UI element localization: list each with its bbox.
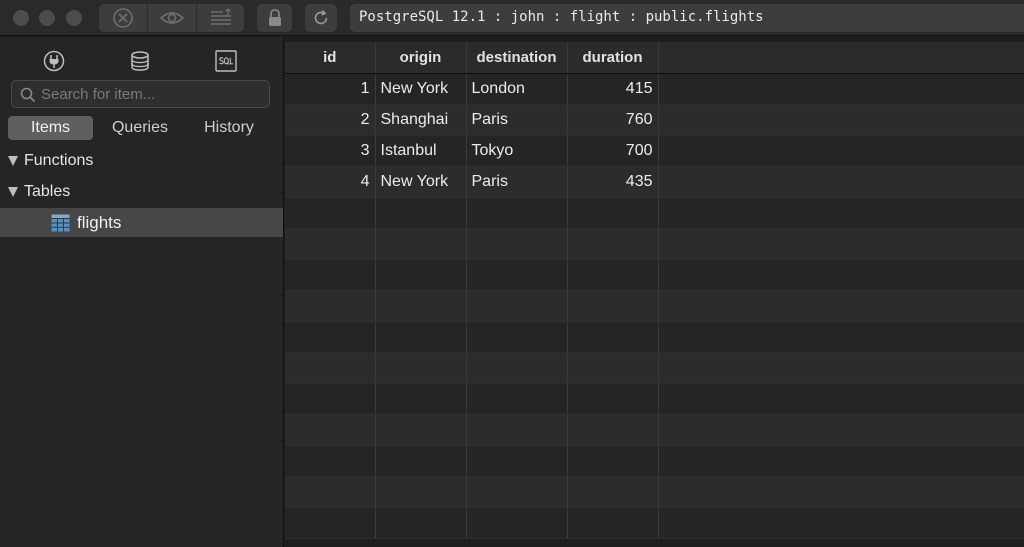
- cell-id[interactable]: 1: [285, 73, 376, 105]
- table-row[interactable]: 4 New York Paris 435: [285, 166, 1024, 198]
- commit-button[interactable]: [197, 4, 244, 32]
- empty-row: [285, 445, 1024, 477]
- data-grid[interactable]: id origin destination duration 1 New Yor…: [285, 42, 1024, 547]
- lock-icon: [268, 9, 281, 26]
- disclosure-triangle-icon[interactable]: [8, 156, 18, 166]
- cell-destination[interactable]: Paris: [466, 104, 568, 136]
- column-header-empty: [658, 42, 1024, 74]
- table-row[interactable]: 2 Shanghai Paris 760: [285, 104, 1024, 136]
- reload-button[interactable]: [305, 4, 337, 32]
- cell-id[interactable]: 2: [285, 104, 376, 136]
- cell-origin[interactable]: Shanghai: [375, 104, 467, 136]
- query-control-group: [99, 4, 244, 32]
- tree-node-label: Functions: [24, 152, 94, 169]
- window-zoom-button[interactable]: [66, 10, 82, 26]
- preview-button[interactable]: [148, 4, 196, 32]
- window-minimize-button[interactable]: [39, 10, 55, 26]
- empty-row: [285, 352, 1024, 384]
- empty-row: [285, 197, 1024, 229]
- tab-history[interactable]: History: [188, 116, 270, 140]
- empty-row: [285, 507, 1024, 539]
- connection-plug-button[interactable]: [42, 50, 66, 72]
- eye-icon: [159, 12, 185, 24]
- cell-id[interactable]: 4: [285, 166, 376, 198]
- column-header-destination[interactable]: destination: [466, 42, 568, 74]
- table-row[interactable]: 3 Istanbul Tokyo 700: [285, 135, 1024, 167]
- cell-empty: [658, 104, 1024, 136]
- plug-icon: [43, 50, 65, 72]
- lock-button[interactable]: [257, 4, 292, 32]
- column-header-id[interactable]: id: [285, 42, 376, 74]
- table-item-label: flights: [77, 212, 122, 232]
- list-upload-icon: [210, 8, 231, 25]
- empty-row: [285, 414, 1024, 446]
- search-box: [11, 80, 270, 108]
- empty-row: [285, 383, 1024, 415]
- tab-items[interactable]: Items: [8, 116, 93, 140]
- stop-query-button[interactable]: [99, 4, 147, 32]
- empty-row: [285, 259, 1024, 291]
- cell-destination[interactable]: Paris: [466, 166, 568, 198]
- toolbar: PostgreSQL 12.1 : john : flight : public…: [0, 0, 1024, 36]
- sql-editor-button[interactable]: [214, 50, 238, 72]
- cell-origin[interactable]: New York: [375, 73, 467, 105]
- stop-circle-icon: [113, 8, 133, 28]
- tree-node-tables[interactable]: Tables: [0, 179, 70, 205]
- window-close-button[interactable]: [13, 10, 29, 26]
- database-icon: [131, 51, 149, 71]
- cell-empty: [658, 135, 1024, 167]
- table-icon: [51, 214, 70, 231]
- tree-node-functions[interactable]: Functions: [0, 148, 93, 174]
- search-input[interactable]: [41, 84, 263, 104]
- cell-duration[interactable]: 415: [567, 73, 659, 105]
- cell-destination[interactable]: London: [466, 73, 568, 105]
- database-button[interactable]: [128, 50, 152, 72]
- empty-row: [285, 228, 1024, 260]
- reload-icon: [314, 9, 328, 25]
- cell-duration[interactable]: 760: [567, 104, 659, 136]
- cell-duration[interactable]: 700: [567, 135, 659, 167]
- connection-info-field[interactable]: PostgreSQL 12.1 : john : flight : public…: [350, 4, 1024, 32]
- sql-icon: [215, 50, 237, 72]
- cell-empty: [658, 73, 1024, 105]
- table-row[interactable]: 1 New York London 415: [285, 73, 1024, 105]
- empty-row: [285, 476, 1024, 508]
- sidebar: Items Queries History Functions Tables f…: [0, 37, 284, 547]
- tab-queries[interactable]: Queries: [100, 116, 180, 140]
- cell-origin[interactable]: New York: [375, 166, 467, 198]
- cell-id[interactable]: 3: [285, 135, 376, 167]
- column-header-duration[interactable]: duration: [567, 42, 659, 74]
- connection-info-text: PostgreSQL 12.1 : john : flight : public…: [359, 9, 764, 25]
- tree-node-label: Tables: [24, 183, 71, 200]
- table-item-flights[interactable]: flights: [0, 208, 283, 237]
- cell-duration[interactable]: 435: [567, 166, 659, 198]
- grid-header-row: id origin destination duration: [285, 42, 1024, 74]
- empty-row: [285, 290, 1024, 322]
- cell-destination[interactable]: Tokyo: [466, 135, 568, 167]
- empty-row: [285, 321, 1024, 353]
- cell-origin[interactable]: Istanbul: [375, 135, 467, 167]
- search-icon: [20, 87, 36, 103]
- column-header-origin[interactable]: origin: [375, 42, 467, 74]
- disclosure-triangle-icon[interactable]: [8, 187, 18, 197]
- cell-empty: [658, 166, 1024, 198]
